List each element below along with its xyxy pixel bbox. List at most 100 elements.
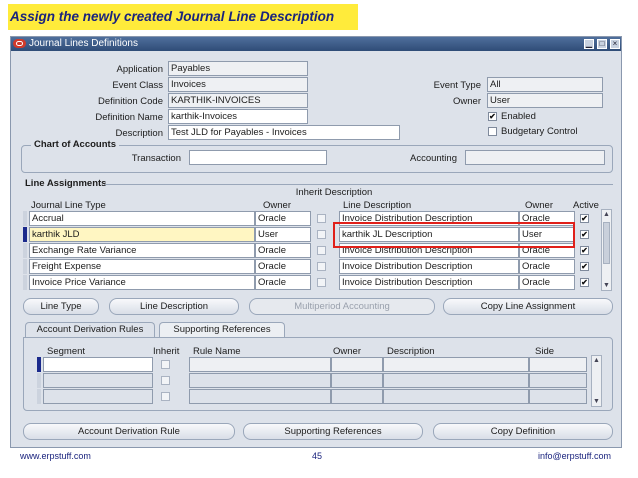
rule-inherit-checkbox[interactable] xyxy=(161,360,170,369)
chart-of-accounts-title: Chart of Accounts xyxy=(31,139,119,150)
table-row-owner[interactable]: User xyxy=(255,227,311,242)
arrow-down-icon[interactable]: ▼ xyxy=(602,281,611,290)
table-row-jlt[interactable]: Freight Expense xyxy=(29,259,255,274)
derivation-rules-scrollbar[interactable]: ▲ ▼ xyxy=(591,355,602,407)
col-rule-description: Description xyxy=(387,346,435,357)
window-title: Journal Lines Definitions xyxy=(29,38,138,49)
segment-field[interactable] xyxy=(43,389,153,404)
accounting-field[interactable] xyxy=(465,150,605,165)
event-type-field[interactable]: All xyxy=(487,77,603,92)
table-row-line-description[interactable]: Invoice Distribution Description xyxy=(339,275,519,290)
rule-owner-field[interactable] xyxy=(331,389,383,404)
table-row-owner[interactable]: Oracle xyxy=(255,275,311,290)
owner-field[interactable]: User xyxy=(487,93,603,108)
minimize-button[interactable]: ▁ xyxy=(584,39,594,49)
table-row-jlt[interactable]: Accrual xyxy=(29,211,255,226)
definition-name-label: Definition Name xyxy=(95,112,163,123)
row-marker[interactable] xyxy=(23,275,27,290)
side-field[interactable] xyxy=(529,357,587,372)
scroll-thumb[interactable] xyxy=(603,222,610,264)
transaction-label: Transaction xyxy=(131,153,181,164)
row-marker[interactable] xyxy=(23,243,27,258)
table-row-line-description[interactable]: Invoice Distribution Description xyxy=(339,259,519,274)
table-row-description-owner[interactable]: Oracle xyxy=(519,259,575,274)
inherit-description-header: Inherit Description xyxy=(295,187,373,198)
rule-name-field[interactable] xyxy=(189,389,331,404)
application-field[interactable]: Payables xyxy=(168,61,308,76)
rule-name-field[interactable] xyxy=(189,357,331,372)
active-checkbox[interactable]: ✔ xyxy=(580,262,589,271)
active-checkbox[interactable]: ✔ xyxy=(580,230,589,239)
active-checkbox[interactable]: ✔ xyxy=(580,246,589,255)
inherit-checkbox[interactable] xyxy=(317,278,326,287)
rule-name-field[interactable] xyxy=(189,373,331,388)
tab-account-derivation-rules[interactable]: Account Derivation Rules xyxy=(25,322,155,338)
col-segment: Segment xyxy=(47,346,86,357)
arrow-down-icon[interactable]: ▼ xyxy=(592,397,601,406)
inherit-checkbox[interactable] xyxy=(317,230,326,239)
accounting-label: Accounting xyxy=(409,153,457,164)
definition-code-label: Definition Code xyxy=(98,96,163,107)
enabled-checkbox[interactable]: ✔ xyxy=(488,112,497,121)
inherit-checkbox[interactable] xyxy=(317,214,326,223)
footer-website[interactable]: www.erpstuff.com xyxy=(20,451,91,461)
rule-inherit-checkbox[interactable] xyxy=(161,376,170,385)
copy-line-assignment-button[interactable]: Copy Line Assignment xyxy=(443,298,613,315)
close-button[interactable]: × xyxy=(610,39,620,49)
col-description-owner: Owner xyxy=(525,200,553,211)
description-field[interactable]: Test JLD for Payables - Invoices xyxy=(168,125,400,140)
table-row-owner[interactable]: Oracle xyxy=(255,211,311,226)
row-marker[interactable] xyxy=(23,259,27,274)
tab-supporting-references[interactable]: Supporting References xyxy=(159,322,285,338)
active-checkbox[interactable]: ✔ xyxy=(580,278,589,287)
line-assignments-scrollbar[interactable]: ▲ ▼ xyxy=(601,209,612,291)
maximize-button[interactable]: □ xyxy=(597,39,607,49)
footer-email[interactable]: info@erpstuff.com xyxy=(538,451,611,461)
current-row-marker[interactable] xyxy=(37,357,41,372)
table-row-owner[interactable]: Oracle xyxy=(255,259,311,274)
rule-inherit-checkbox[interactable] xyxy=(161,392,170,401)
supporting-references-button[interactable]: Supporting References xyxy=(243,423,423,440)
rule-description-field[interactable] xyxy=(383,373,529,388)
col-rule-owner: Owner xyxy=(333,346,361,357)
active-checkbox[interactable]: ✔ xyxy=(580,214,589,223)
event-class-label: Event Class xyxy=(112,80,163,91)
rule-description-field[interactable] xyxy=(383,357,529,372)
rule-owner-field[interactable] xyxy=(331,373,383,388)
col-owner: Owner xyxy=(263,200,291,211)
definition-name-field[interactable]: karthik-Invoices xyxy=(168,109,308,124)
budgetary-control-checkbox[interactable] xyxy=(488,127,497,136)
side-field[interactable] xyxy=(529,373,587,388)
segment-field[interactable] xyxy=(43,357,153,372)
event-class-field[interactable]: Invoices xyxy=(168,77,308,92)
table-row-jlt[interactable]: karthik JLD xyxy=(29,227,255,242)
oracle-logo-icon xyxy=(13,39,26,48)
window-titlebar: Journal Lines Definitions ▁ □ × xyxy=(11,37,621,51)
table-row-description-owner[interactable]: Oracle xyxy=(519,275,575,290)
line-type-button[interactable]: Line Type xyxy=(23,298,99,315)
multiperiod-accounting-button[interactable]: Multiperiod Accounting xyxy=(249,298,435,315)
application-label: Application xyxy=(116,64,163,75)
copy-definition-button[interactable]: Copy Definition xyxy=(433,423,613,440)
arrow-up-icon[interactable]: ▲ xyxy=(592,356,601,365)
arrow-up-icon[interactable]: ▲ xyxy=(602,210,611,219)
table-row-owner[interactable]: Oracle xyxy=(255,243,311,258)
row-marker[interactable] xyxy=(23,211,27,226)
table-row-jlt[interactable]: Exchange Rate Variance xyxy=(29,243,255,258)
row-marker[interactable] xyxy=(37,389,41,404)
side-field[interactable] xyxy=(529,389,587,404)
current-row-marker[interactable] xyxy=(23,227,27,242)
line-description-button[interactable]: Line Description xyxy=(109,298,239,315)
rule-owner-field[interactable] xyxy=(331,357,383,372)
transaction-field[interactable] xyxy=(189,150,327,165)
inherit-checkbox[interactable] xyxy=(317,246,326,255)
segment-field[interactable] xyxy=(43,373,153,388)
definition-code-field[interactable]: KARTHIK-INVOICES xyxy=(168,93,308,108)
account-derivation-rule-button[interactable]: Account Derivation Rule xyxy=(23,423,235,440)
highlight-box xyxy=(333,222,575,248)
rule-description-field[interactable] xyxy=(383,389,529,404)
row-marker[interactable] xyxy=(37,373,41,388)
table-row-jlt[interactable]: Invoice Price Variance xyxy=(29,275,255,290)
inherit-checkbox[interactable] xyxy=(317,262,326,271)
enabled-label: Enabled xyxy=(501,111,536,122)
